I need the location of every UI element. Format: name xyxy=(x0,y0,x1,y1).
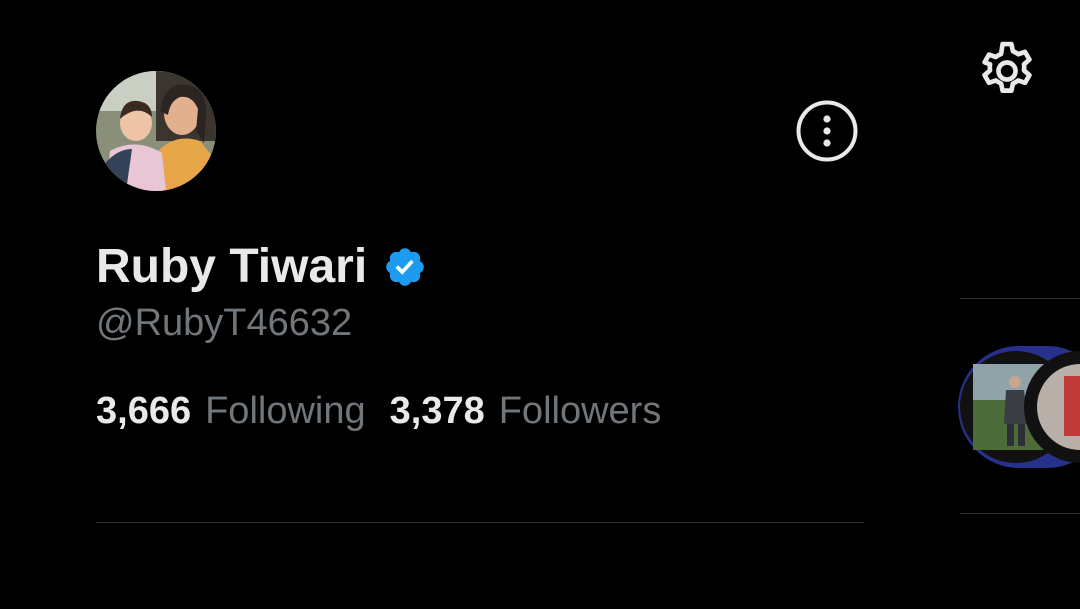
followers-link[interactable]: 3,378 Followers xyxy=(390,386,662,436)
followers-count: 3,378 xyxy=(389,390,485,432)
following-count: 3,666 xyxy=(96,390,192,432)
background-divider-bottom xyxy=(960,513,1080,514)
follow-stats: 3,666 Following 3,378 Followers xyxy=(96,386,685,436)
following-label: Following xyxy=(205,390,366,432)
profile-name-row: Ruby Tiwari xyxy=(96,236,427,298)
display-name[interactable]: Ruby Tiwari xyxy=(96,236,367,298)
gear-icon xyxy=(982,41,1032,93)
story-avatars-strip[interactable] xyxy=(958,346,1080,468)
drawer-divider xyxy=(96,522,864,523)
following-link[interactable]: 3,666 Following xyxy=(96,386,366,436)
settings-button[interactable] xyxy=(974,38,1040,104)
more-options-button[interactable] xyxy=(796,100,858,162)
profile-avatar[interactable] xyxy=(96,71,216,191)
profile-handle: @RubyT46632 xyxy=(96,302,353,344)
verified-badge-icon xyxy=(383,245,427,289)
followers-label: Followers xyxy=(498,390,662,432)
more-vertical-icon xyxy=(796,100,858,162)
profile-drawer: Ruby Tiwari @RubyT46632 3,666 Following … xyxy=(0,0,1080,609)
background-divider-top xyxy=(960,298,1080,299)
